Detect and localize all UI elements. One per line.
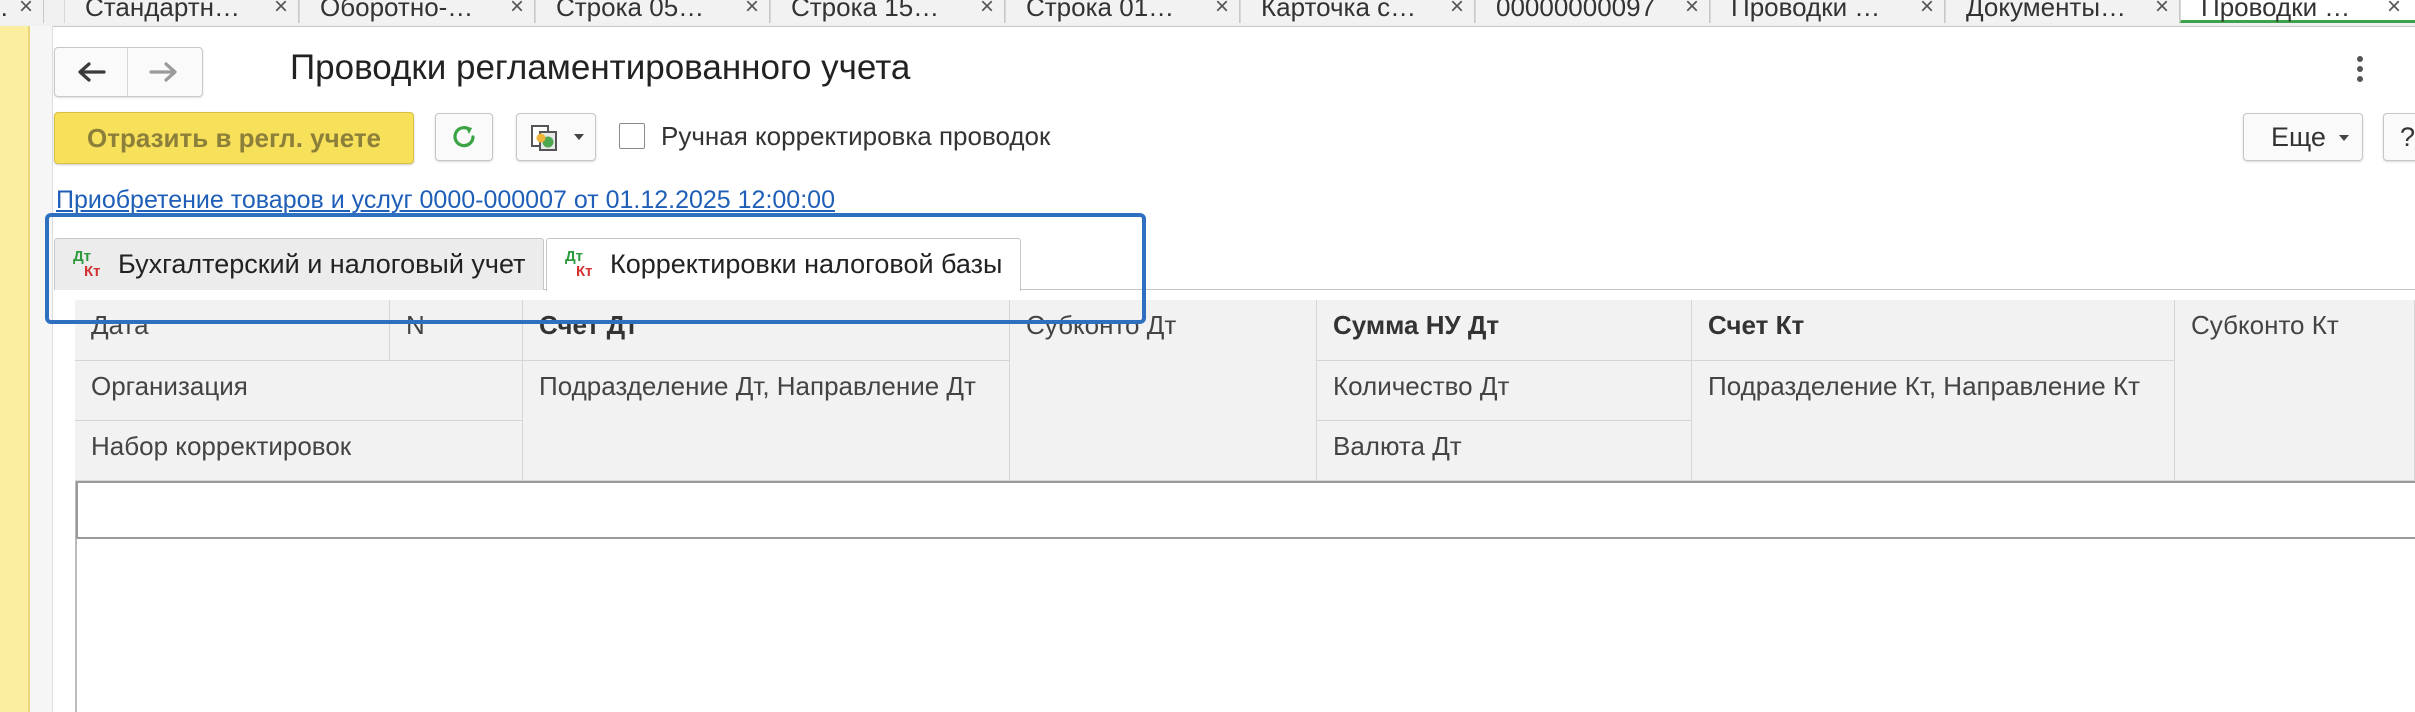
window-tab-label: Строка 01… bbox=[1026, 0, 1175, 22]
window-tab-label: Документы… bbox=[1966, 0, 2127, 22]
documents-dropdown-button[interactable] bbox=[516, 113, 596, 161]
window-tab[interactable]: Карточка с… × bbox=[1240, 0, 1475, 23]
column-header-quantity-dt[interactable]: Количество Дт bbox=[1317, 361, 1692, 421]
navigation-buttons bbox=[54, 47, 203, 97]
close-icon[interactable]: × bbox=[2155, 0, 2169, 23]
window-tab-label: Строка 05… bbox=[556, 0, 705, 22]
window-tab-label: Карточка с… bbox=[1261, 0, 1417, 22]
close-icon[interactable]: × bbox=[1920, 0, 1934, 23]
column-header-correction-set[interactable]: Набор корректировок bbox=[75, 421, 523, 481]
documents-copy-icon bbox=[531, 125, 557, 151]
column-header-sum-nu-dt[interactable]: Сумма НУ Дт bbox=[1317, 300, 1692, 361]
more-vertical-icon[interactable] bbox=[2356, 56, 2364, 84]
window-tab-label: Проводки … bbox=[1731, 0, 1881, 22]
close-icon[interactable]: × bbox=[19, 0, 33, 23]
refresh-icon bbox=[453, 126, 475, 148]
window-tab[interactable]: Оборотно-… × bbox=[299, 0, 535, 23]
left-gutter bbox=[30, 26, 53, 712]
forward-button[interactable] bbox=[128, 48, 200, 96]
window-tab-label: Строка 15… bbox=[791, 0, 940, 22]
window-tab-label: Проводки … bbox=[2201, 0, 2351, 22]
window-tab-label: Стандартн… bbox=[85, 0, 240, 22]
close-icon[interactable]: × bbox=[745, 0, 759, 23]
more-button-label: Еще bbox=[2271, 122, 2326, 152]
table-row-empty[interactable] bbox=[76, 481, 2415, 539]
chevron-down-icon bbox=[574, 134, 584, 140]
manual-correction-label[interactable]: Ручная корректировка проводок bbox=[661, 121, 1050, 152]
close-icon[interactable]: × bbox=[510, 0, 524, 23]
column-header-subconto-dt[interactable]: Субконто Дт bbox=[1010, 300, 1317, 481]
close-icon[interactable]: × bbox=[2387, 0, 2401, 23]
close-icon[interactable]: × bbox=[1215, 0, 1229, 23]
back-button[interactable] bbox=[55, 48, 128, 96]
more-button[interactable]: Еще bbox=[2243, 113, 2363, 161]
column-header-currency-dt[interactable]: Валюта Дт bbox=[1317, 421, 1692, 481]
window-tab-label: … bbox=[0, 0, 9, 23]
page-title: Проводки регламентированного учета bbox=[290, 48, 911, 87]
window-tab[interactable]: Документы… × bbox=[1945, 0, 2180, 23]
manual-correction-checkbox[interactable] bbox=[619, 123, 645, 149]
post-to-regulated-accounting-button[interactable]: Отразить в регл. учете bbox=[54, 112, 414, 164]
help-button[interactable]: ? bbox=[2383, 113, 2415, 161]
help-button-label: ? bbox=[2400, 122, 2415, 152]
window-tab-label: Оборотно-… bbox=[320, 0, 474, 22]
window-tab[interactable]: Строка 01… × bbox=[1005, 0, 1240, 23]
document-link[interactable]: Приобретение товаров и услуг 0000-000007… bbox=[56, 186, 835, 215]
refresh-button[interactable] bbox=[435, 113, 493, 161]
sections-panel bbox=[0, 26, 30, 712]
close-icon[interactable]: × bbox=[1685, 0, 1699, 23]
close-icon[interactable]: × bbox=[1450, 0, 1464, 23]
column-header-organization[interactable]: Организация bbox=[75, 361, 523, 421]
column-header-subconto-kt[interactable]: Субконто Кт bbox=[2175, 300, 2415, 481]
window-tab-active[interactable]: Проводки … × bbox=[2180, 0, 2415, 23]
window-tab-label: 00000000097 bbox=[1496, 0, 1656, 22]
column-header-division-kt[interactable]: Подразделение Кт, Направление Кт bbox=[1692, 361, 2175, 481]
window-tab[interactable]: … × bbox=[0, 0, 44, 23]
window-tab-strip: … × Стандартн… × Оборотно-… × Строка 05…… bbox=[0, 0, 2415, 27]
highlight-frame bbox=[45, 213, 1146, 324]
window-tab[interactable]: Проводки … × bbox=[1710, 0, 1945, 23]
chevron-down-icon bbox=[2339, 135, 2349, 141]
column-header-account-kt[interactable]: Счет Кт bbox=[1692, 300, 2175, 361]
close-icon[interactable]: × bbox=[274, 0, 288, 23]
window-tab[interactable]: Строка 15… × bbox=[770, 0, 1005, 23]
arrow-left-icon bbox=[78, 62, 106, 82]
arrow-right-icon bbox=[149, 62, 177, 82]
window-tab[interactable]: Стандартн… × bbox=[64, 0, 299, 23]
window-tab[interactable]: Строка 05… × bbox=[535, 0, 770, 23]
close-icon[interactable]: × bbox=[980, 0, 994, 23]
column-header-division-dt[interactable]: Подразделение Дт, Направление Дт bbox=[523, 361, 1010, 481]
window-tab[interactable]: 00000000097 × bbox=[1475, 0, 1710, 23]
